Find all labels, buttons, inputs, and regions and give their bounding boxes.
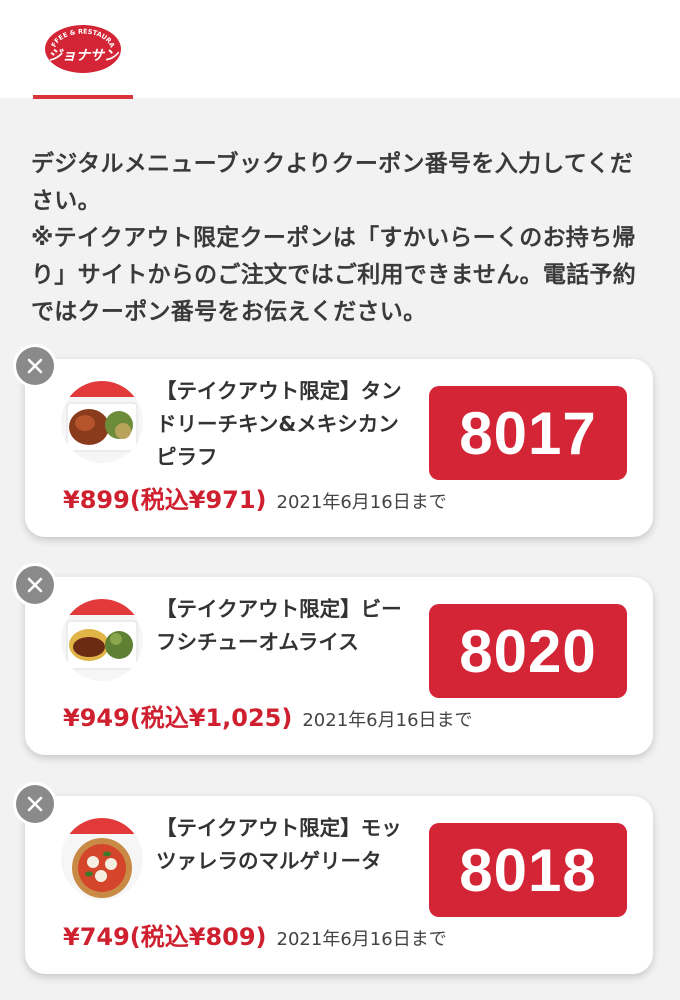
jonathan-logo[interactable]: COFFEE & RESTAURANT ジョナサン: [44, 24, 122, 74]
coupon-deadline: 2021年6月16日まで: [276, 492, 447, 513]
svg-text:ジョナサン: ジョナサン: [48, 48, 119, 64]
close-icon[interactable]: [16, 566, 54, 604]
price-row: ¥899(税込¥971) 2021年6月16日まで: [63, 480, 447, 515]
coupon-price: ¥949(税込¥1,025): [63, 704, 293, 732]
close-icon[interactable]: [16, 785, 54, 823]
coupon-title: 【テイクアウト限定】モッツァレラのマルゲリータ: [156, 816, 402, 873]
beef-stew-omurice-icon: [61, 599, 143, 681]
coupon-price: ¥899(税込¥971): [63, 486, 267, 514]
active-tab-indicator: [33, 95, 133, 99]
instructions-line-2: ※テイクアウト限定クーポンは「すかいらーくのお持ち帰り」サイトからのご注文ではご…: [31, 225, 637, 325]
price-row: ¥949(税込¥1,025) 2021年6月16日まで: [63, 698, 473, 733]
coupon-code: 8020: [429, 604, 627, 698]
close-icon[interactable]: [16, 347, 54, 385]
header: COFFEE & RESTAURANT ジョナサン: [0, 0, 680, 99]
coupon-card-8020[interactable]: 【テイクアウト限定】ビーフシチューオムライス 8020 ¥949(税込¥1,02…: [25, 577, 653, 755]
coupon-code: 8017: [429, 386, 627, 480]
coupon-deadline: 2021年6月16日まで: [276, 929, 447, 950]
price-row: ¥749(税込¥809) 2021年6月16日まで: [63, 917, 447, 952]
margherita-pizza-icon: [61, 818, 143, 900]
chicken-pilaf-icon: [61, 381, 143, 463]
instructions-line-1: デジタルメニューブックよりクーポン番号を入力してください。: [31, 151, 634, 214]
coupon-code: 8018: [429, 823, 627, 917]
coupon-deadline: 2021年6月16日まで: [302, 710, 473, 731]
coupon-price: ¥749(税込¥809): [63, 923, 267, 951]
coupon-card-8018[interactable]: 【テイクアウト限定】モッツァレラのマルゲリータ 8018 ¥749(税込¥809…: [25, 796, 653, 974]
coupon-title: 【テイクアウト限定】タンドリーチキン&メキシカンピラフ: [156, 379, 402, 469]
coupon-card-8017[interactable]: 【テイクアウト限定】タンドリーチキン&メキシカンピラフ 8017 ¥899(税込…: [25, 359, 653, 537]
instructions-text: デジタルメニューブックよりクーポン番号を入力してください。 ※テイクアウト限定ク…: [31, 146, 651, 331]
coupon-title: 【テイクアウト限定】ビーフシチューオムライス: [156, 597, 402, 654]
